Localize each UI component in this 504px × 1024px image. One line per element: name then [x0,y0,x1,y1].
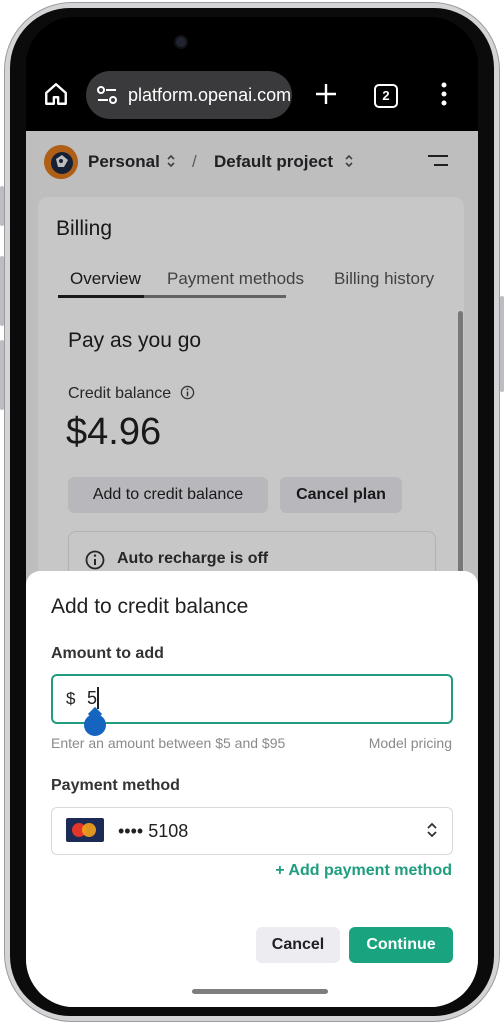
url-text: platform.openai.com [128,85,292,105]
home-indicator[interactable] [192,989,328,994]
amount-input[interactable]: $ 5 [51,674,453,724]
add-payment-method-link[interactable]: + Add payment method [275,862,452,880]
amount-value[interactable]: 5 [87,688,97,709]
address-bar[interactable]: platform.openai.com [86,71,292,119]
payment-method-label: Payment method [51,777,180,794]
card-number: •••• 5108 [118,821,189,841]
amount-label: Amount to add [51,645,164,662]
tab-switcher-button[interactable]: 2 [374,84,398,108]
screen: platform.openai.com 2 Personal / Default… [26,17,478,1007]
cancel-button[interactable]: Cancel [256,927,340,963]
add-credit-sheet: Add to credit balance Amount to add $ 5 … [26,571,478,1007]
payment-method-select[interactable]: •••• 5108 [51,807,453,855]
text-selection-handle[interactable] [84,714,106,736]
sheet-title: Add to credit balance [51,595,249,618]
mastercard-icon [66,818,104,842]
more-menu-icon[interactable] [440,82,448,111]
power-button [500,296,504,392]
continue-button[interactable]: Continue [349,927,453,963]
volume-down-button [0,340,4,410]
browser-toolbar: platform.openai.com 2 [26,69,478,131]
volume-up-button [0,256,4,326]
front-camera [176,37,186,47]
site-settings-icon[interactable] [96,85,118,110]
home-icon[interactable] [43,81,69,112]
new-tab-icon[interactable] [314,82,338,111]
phone-frame: platform.openai.com 2 Personal / Default… [0,0,504,1024]
text-cursor [97,687,99,709]
amount-hint: Enter an amount between $5 and $95 [51,735,286,751]
currency-symbol: $ [66,689,76,708]
chevron-updown-icon [426,820,438,840]
model-pricing-link[interactable]: Model pricing [369,735,452,751]
side-button [0,186,4,226]
